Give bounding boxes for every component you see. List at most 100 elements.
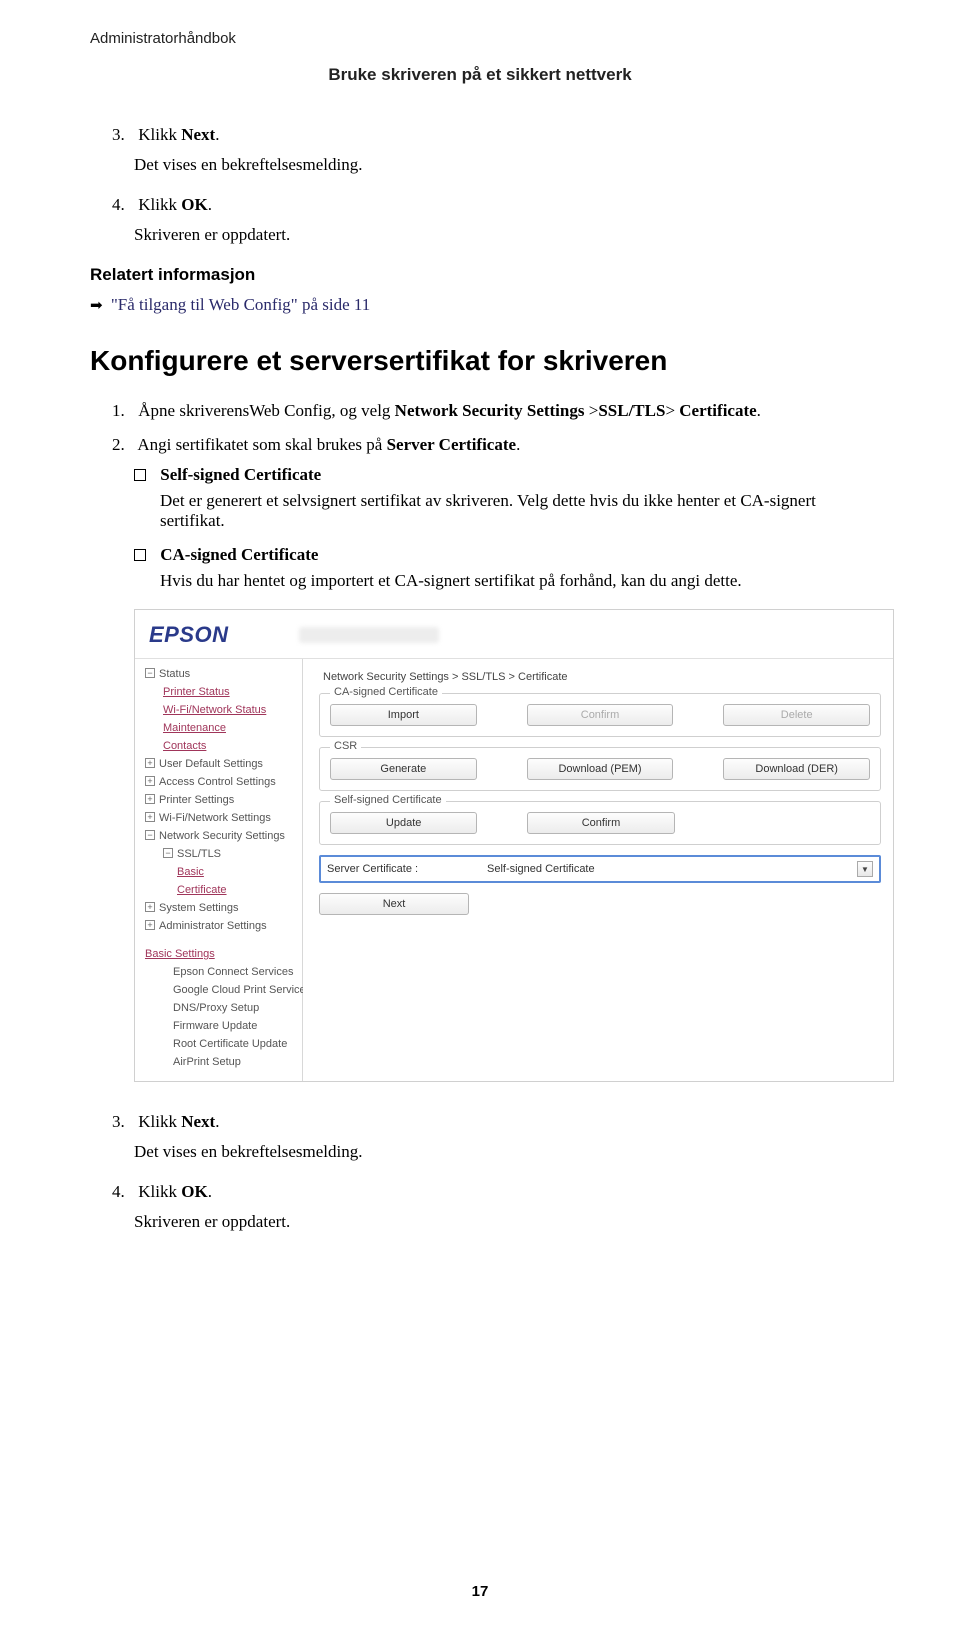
bullet-2-text: Hvis du har hentet og importert et CA-si… <box>160 571 870 591</box>
bullet-1-title: Self-signed Certificate <box>160 465 321 484</box>
step-3-post: . <box>215 125 219 144</box>
sidebar-wns-label: Wi-Fi/Network Settings <box>159 812 271 824</box>
sidebar-epson-connect[interactable]: Epson Connect Services <box>135 963 302 981</box>
collapse-icon[interactable]: − <box>145 668 155 678</box>
webconfig-header: EPSON <box>135 610 893 659</box>
sidebar-dns-proxy[interactable]: DNS/Proxy Setup <box>135 999 302 1017</box>
sidebar-system-settings[interactable]: + System Settings <box>135 899 302 917</box>
step2-1-c: > <box>584 401 598 420</box>
step2-2: 2. Angi sertifikatet som skal brukes på … <box>112 435 870 455</box>
collapse-icon[interactable]: − <box>163 848 173 858</box>
model-blur <box>299 627 439 643</box>
sidebar-contacts[interactable]: Contacts <box>135 737 302 755</box>
sidebar-ss-label: System Settings <box>159 902 238 914</box>
sidebar-ps-label: Printer Settings <box>159 794 234 806</box>
step3-3-post: . <box>215 1112 219 1131</box>
step3-3: 3. Klikk Next. <box>112 1112 870 1132</box>
step-3-pre: Klikk <box>138 125 181 144</box>
generate-button[interactable]: Generate <box>330 758 477 780</box>
sidebar-firmware-update[interactable]: Firmware Update <box>135 1017 302 1035</box>
step2-2-c: . <box>516 435 520 454</box>
sidebar-printer-settings[interactable]: + Printer Settings <box>135 791 302 809</box>
expand-icon[interactable]: + <box>145 902 155 912</box>
sidebar-user-default-settings[interactable]: + User Default Settings <box>135 755 302 773</box>
next-button[interactable]: Next <box>319 893 469 915</box>
delete-button[interactable]: Delete <box>723 704 870 726</box>
step-3-sub: Det vises en bekreftelsesmelding. <box>134 155 870 175</box>
related-link[interactable]: "Få tilgang til Web Config" på side 11 <box>111 295 370 314</box>
sidebar-maintenance[interactable]: Maintenance <box>135 719 302 737</box>
sidebar-access-control-settings[interactable]: + Access Control Settings <box>135 773 302 791</box>
webconfig-window: EPSON −Status Printer Status Wi-Fi/Netwo… <box>134 609 894 1082</box>
sidebar-certificate[interactable]: Certificate <box>135 881 302 899</box>
import-button[interactable]: Import <box>330 704 477 726</box>
section-heading: Konfigurere et serversertifikat for skri… <box>90 345 870 377</box>
step-4: 4. Klikk OK. <box>112 195 870 215</box>
download-pem-button[interactable]: Download (PEM) <box>527 758 674 780</box>
sidebar-wifi-status[interactable]: Wi-Fi/Network Status <box>135 701 302 719</box>
sidebar-basic-settings[interactable]: Basic Settings <box>135 945 302 963</box>
expand-icon[interactable]: + <box>145 776 155 786</box>
step-3-bold: Next <box>181 125 215 144</box>
step2-1: 1. Åpne skriverensWeb Config, og velg Ne… <box>112 401 870 421</box>
step3-3-sub: Det vises en bekreftelsesmelding. <box>134 1142 870 1162</box>
step3-4: 4. Klikk OK. <box>112 1182 870 1202</box>
update-button[interactable]: Update <box>330 812 477 834</box>
step-4-bold: OK <box>181 195 207 214</box>
expand-icon[interactable]: + <box>145 758 155 768</box>
self-signed-group: Self-signed Certificate Update Confirm <box>319 801 881 845</box>
sidebar-basic[interactable]: Basic <box>135 863 302 881</box>
sidebar-airprint-setup[interactable]: AirPrint Setup <box>135 1053 302 1071</box>
bullet-1-text: Det er generert et selvsignert sertifika… <box>160 491 870 531</box>
breadcrumb: Network Security Settings > SSL/TLS > Ce… <box>323 671 881 683</box>
page-number: 17 <box>0 1583 960 1600</box>
expand-icon[interactable]: + <box>145 920 155 930</box>
chapter-title: Bruke skriveren på et sikkert nettverk <box>90 65 870 85</box>
sidebar: −Status Printer Status Wi-Fi/Network Sta… <box>135 659 303 1081</box>
confirm2-button[interactable]: Confirm <box>527 812 674 834</box>
chevron-down-icon[interactable]: ▼ <box>857 861 873 877</box>
collapse-icon[interactable]: − <box>145 830 155 840</box>
step-3-number: 3. <box>112 125 134 145</box>
sidebar-nss-label: Network Security Settings <box>159 830 285 842</box>
self-signed-label: Self-signed Certificate <box>330 794 446 806</box>
step2-1-d: SSL/TLS <box>598 401 665 420</box>
step3-4-bold: OK <box>181 1182 207 1201</box>
sidebar-administrator-settings[interactable]: + Administrator Settings <box>135 917 302 935</box>
expand-icon[interactable]: + <box>145 794 155 804</box>
confirm-button[interactable]: Confirm <box>527 704 674 726</box>
arrow-icon: ➡ <box>90 296 103 315</box>
expand-icon[interactable]: + <box>145 812 155 822</box>
bullet-1: Self-signed Certificate <box>134 465 870 485</box>
sidebar-as-label: Administrator Settings <box>159 920 267 932</box>
sidebar-wifi-network-settings[interactable]: + Wi-Fi/Network Settings <box>135 809 302 827</box>
select-label: Server Certificate : <box>327 863 487 875</box>
step-4-sub: Skriveren er oppdatert. <box>134 225 870 245</box>
step3-3-number: 3. <box>112 1112 134 1132</box>
sidebar-uds-label: User Default Settings <box>159 758 263 770</box>
download-der-button[interactable]: Download (DER) <box>723 758 870 780</box>
step-3: 3. Klikk Next. <box>112 125 870 145</box>
document-title: Administratorhåndbok <box>90 30 870 47</box>
sidebar-status[interactable]: −Status <box>135 665 302 683</box>
ca-signed-label: CA-signed Certificate <box>330 686 442 698</box>
step-4-pre: Klikk <box>138 195 181 214</box>
step2-1-b: Network Security Settings <box>395 401 585 420</box>
sidebar-network-security-settings[interactable]: −Network Security Settings <box>135 827 302 845</box>
step2-2-a: Angi sertifikatet som skal brukes på <box>137 435 386 454</box>
step3-3-pre: Klikk <box>138 1112 181 1131</box>
sidebar-ssltls[interactable]: −SSL/TLS <box>135 845 302 863</box>
step3-4-number: 4. <box>112 1182 134 1202</box>
sidebar-acs-label: Access Control Settings <box>159 776 276 788</box>
bullet-2: CA-signed Certificate <box>134 545 870 565</box>
step2-2-number: 2. <box>112 435 134 455</box>
select-value: Self-signed Certificate <box>487 863 857 875</box>
sidebar-root-cert-update[interactable]: Root Certificate Update <box>135 1035 302 1053</box>
server-certificate-select[interactable]: Server Certificate : Self-signed Certifi… <box>319 855 881 883</box>
sidebar-google-cloud-print[interactable]: Google Cloud Print Services <box>135 981 302 999</box>
sidebar-ssltls-label: SSL/TLS <box>177 848 221 860</box>
related-heading: Relatert informasjon <box>90 265 870 285</box>
csr-label: CSR <box>330 740 361 752</box>
sidebar-printer-status[interactable]: Printer Status <box>135 683 302 701</box>
related-link-row: ➡ "Få tilgang til Web Config" på side 11 <box>90 295 870 315</box>
